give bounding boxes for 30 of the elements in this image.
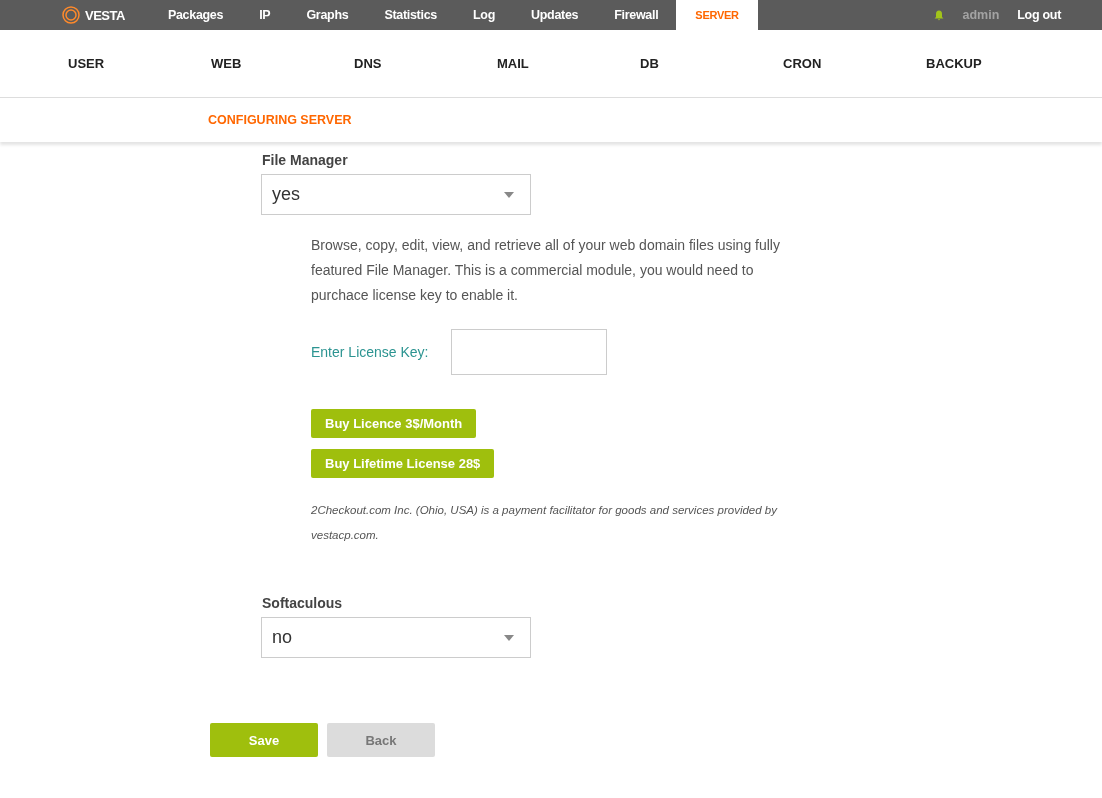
section-tab[interactable]: USER [68,56,105,71]
license-key-label: Enter License Key: [311,344,429,360]
description-text: Browse, copy, edit, view, and retrieve all of your web domain files using fully featured File Manager. This is a commercial module, you would need to purchace license key to enable it. [311,236,781,305]
vesta-logo[interactable]: VESTA [62,0,125,30]
section-tab[interactable]: CRON [783,56,822,71]
section-tab[interactable]: DB [640,56,659,71]
nav-tab[interactable]: IP [241,0,289,30]
logout-link[interactable]: Log out [1017,8,1061,22]
logo-text: VESTA [85,7,125,23]
section-tab[interactable]: WEB [211,56,242,71]
section-tab[interactable]: BACKUP [926,56,982,71]
page-title: CONFIGURING SERVER [208,113,352,127]
payment-note: 2Checkout.com Inc. (Ohio, USA) is a payment facilitator for goods and services provided by vestacp.com. [311,503,779,543]
bell-icon[interactable] [934,9,945,21]
logo-icon [62,6,80,24]
field-label: File Manager [262,152,349,168]
section-tab[interactable]: DNS [354,56,382,71]
nav-tab[interactable]: Firewall [596,0,677,30]
nav-tab[interactable]: Statistics [366,0,455,30]
field-label: Softaculous [262,595,344,611]
nav-tab[interactable]: Log [454,0,513,30]
nav-tab[interactable]: Packages [149,0,242,30]
nav-tab[interactable]: Updates [513,0,597,30]
nav-tab[interactable]: Graphs [288,0,367,30]
section-tab[interactable]: MAIL [497,56,529,71]
license-key-field[interactable] [450,329,607,375]
caret-icon [504,634,514,641]
caret-icon [504,191,514,198]
select-field[interactable]: no [261,617,531,658]
select-field[interactable]: yes [261,174,531,215]
